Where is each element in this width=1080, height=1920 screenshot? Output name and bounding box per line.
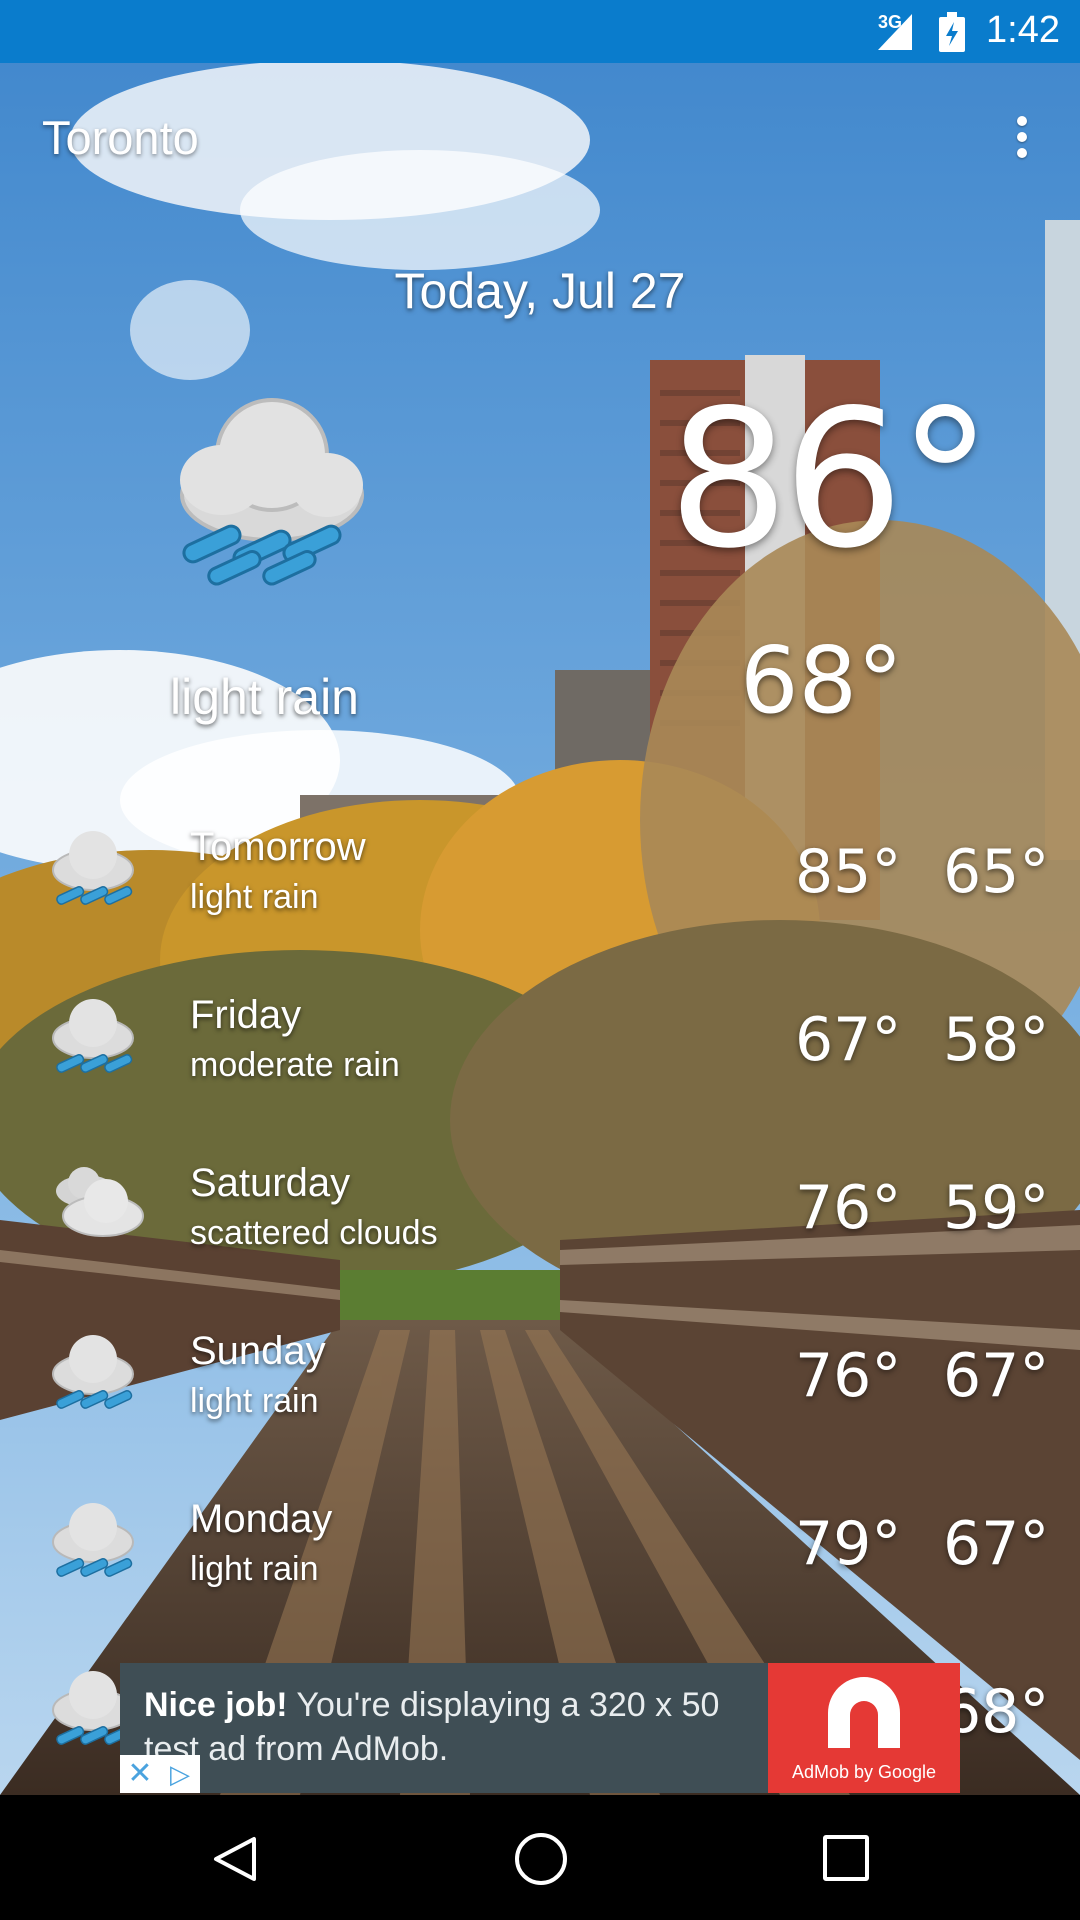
forecast-low: 58° [943,1005,1050,1075]
forecast-condition: moderate rain [190,1046,400,1084]
moderate-rain-icon [48,993,138,1088]
forecast-row[interactable]: Monday light rain 79° 67° [0,1487,1080,1655]
signal-icon [878,14,912,55]
forecast-high: 67° [795,1005,902,1075]
light-rain-icon [48,825,138,920]
today-date: Today, Jul 27 [394,263,686,319]
forecast-condition: light rain [190,878,319,916]
forecast-low: 67° [943,1341,1050,1411]
home-icon[interactable] [515,1833,567,1885]
today-high-temp: 86° [668,369,993,590]
status-bar: 3G 1:42 [0,0,1080,63]
adchoices-icon[interactable]: ▷ [160,1755,200,1793]
ad-headline: Nice job! [144,1686,288,1724]
forecast-day: Monday [190,1497,333,1541]
forecast-row[interactable]: Friday moderate rain 67° 58° [0,983,1080,1151]
forecast-condition: light rain [190,1382,319,1420]
forecast-low: 65° [943,837,1050,907]
admob-logo-icon [828,1677,900,1748]
forecast-low: 67° [943,1509,1050,1579]
forecast-row[interactable]: Tomorrow light rain 85° 65° [0,815,1080,983]
overflow-menu-icon[interactable] [1000,112,1044,168]
forecast-high: 79° [795,1509,902,1579]
recents-icon[interactable] [823,1835,869,1881]
forecast-row[interactable]: Sunday light rain 76° 67° [0,1319,1080,1487]
forecast-day: Friday [190,993,302,1037]
forecast-high: 76° [795,1173,902,1243]
scattered-clouds-icon [48,1161,148,1256]
light-rain-icon [48,1329,138,1424]
today-low-temp: 68° [740,627,904,734]
close-icon[interactable]: ✕ [120,1755,160,1793]
forecast-row[interactable]: Saturday scattered clouds 76° 59° [0,1151,1080,1319]
forecast-day: Saturday [190,1161,351,1205]
forecast-day: Tomorrow [190,825,366,869]
navigation-bar [0,1795,1080,1920]
forecast-condition: scattered clouds [190,1214,438,1252]
ad-banner[interactable]: Nice job! You're displaying a 320 x 50 t… [120,1663,960,1793]
battery-charging-icon [939,12,965,57]
forecast-high: 85° [795,837,902,907]
light-rain-icon [48,1497,138,1592]
clock: 1:42 [986,9,1060,51]
forecast-condition: light rain [190,1550,319,1588]
ad-text[interactable]: Nice job! You're displaying a 320 x 50 t… [120,1663,768,1793]
admob-caption: AdMob by Google [791,1762,937,1782]
admob-logo[interactable]: AdMob by Google [768,1663,960,1793]
forecast-low: 59° [943,1173,1050,1243]
city-title: Toronto [42,111,199,164]
back-icon[interactable] [212,1835,258,1888]
today-condition: light rain [170,669,359,725]
forecast-high: 76° [795,1341,902,1411]
forecast-day: Sunday [190,1329,326,1373]
light-rain-icon [162,380,382,605]
